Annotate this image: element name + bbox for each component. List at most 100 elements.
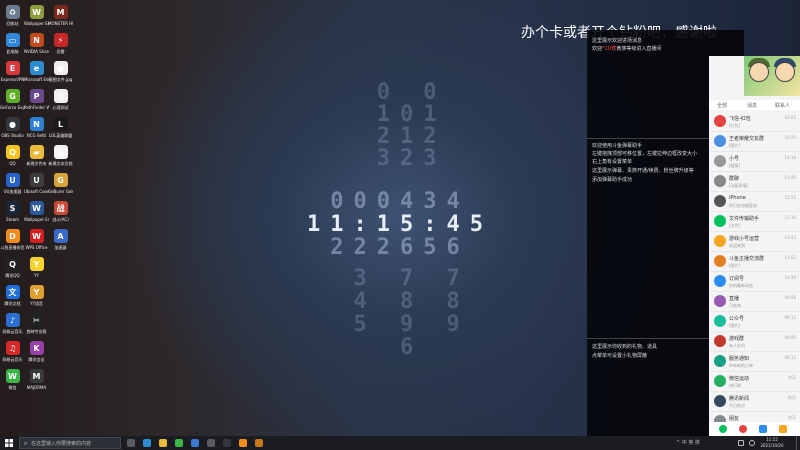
chat-list-item[interactable]: 文件传输助手 [文件] 12:10 bbox=[709, 212, 800, 232]
clock-digit: 5 bbox=[400, 212, 424, 237]
network-icon[interactable] bbox=[749, 440, 755, 446]
message-time: 昨天 bbox=[788, 375, 796, 380]
store-icon[interactable] bbox=[191, 439, 199, 447]
chat-list-item[interactable]: 微信运动 排行榜 昨天 bbox=[709, 372, 800, 392]
chat-list-item[interactable]: 斗鱼主播交流群 [图片] 11:02 bbox=[709, 252, 800, 272]
clock-digit bbox=[330, 312, 353, 337]
desktop-shortcut-label: YY bbox=[34, 273, 39, 278]
contact-avatar bbox=[714, 175, 726, 187]
chat-list-item[interactable]: 公众号 [图片] 09:15 bbox=[709, 312, 800, 332]
tab-messages[interactable]: 消息 bbox=[747, 102, 757, 109]
contact-avatar bbox=[714, 215, 726, 227]
computer-icon: ▭ bbox=[5, 33, 20, 47]
taskbar-search[interactable]: ⌕ bbox=[19, 437, 121, 449]
task-view-icon[interactable] bbox=[127, 439, 135, 447]
overlay-help-line: 欢迎使用斗鱼弹幕助手 bbox=[592, 143, 643, 149]
clock-digit bbox=[377, 312, 400, 337]
system-tray[interactable]: ^ 中 英 拼 bbox=[676, 439, 700, 446]
notification-icon[interactable] bbox=[739, 425, 747, 433]
douyu-icon[interactable] bbox=[239, 439, 247, 447]
clock-digit: 5 bbox=[353, 312, 377, 337]
system-clock[interactable]: 11:15 2021/10/20 bbox=[760, 437, 784, 449]
contact-name: 小号 bbox=[729, 156, 740, 162]
tab-all[interactable]: 全部 bbox=[717, 102, 727, 109]
desktop-shortcut[interactable]: M MAJORMA bbox=[24, 367, 49, 401]
contact-name: 直播 bbox=[729, 296, 740, 302]
contact-avatar bbox=[714, 395, 726, 407]
chat-window[interactable]: 全部 消息 联系人 飞信-红包 [红包] 16:03 王者荣耀交友群 [图片] 15:20… bbox=[709, 56, 800, 436]
wallpaper-engine-icon: W bbox=[29, 5, 44, 19]
desktop-shortcut-label: 网易云音乐 bbox=[2, 329, 23, 334]
clock-digit: 1 bbox=[307, 212, 331, 237]
yy-icon: Y bbox=[29, 257, 44, 271]
last-message: 你的最新动态 bbox=[729, 283, 753, 288]
desktop-shortcut-label: 斗鱼直播伴侣 bbox=[0, 245, 25, 250]
chat-list-item[interactable]: 小号 [链接] 14:18 bbox=[709, 152, 800, 172]
show-desktop-button[interactable] bbox=[796, 436, 800, 450]
chat-list-item[interactable]: 群聊 [动画表情] 13:40 bbox=[709, 172, 800, 192]
chat-list-item[interactable]: 直播 已结束 09:48 bbox=[709, 292, 800, 312]
yy-voice-icon: Y bbox=[29, 285, 44, 299]
chat-list-item[interactable]: 腾讯新闻 今日热点 昨天 bbox=[709, 392, 800, 412]
settings-icon[interactable] bbox=[779, 425, 787, 433]
message-time: 08:12 bbox=[784, 355, 796, 360]
contacts-icon[interactable] bbox=[759, 425, 767, 433]
clock-digit bbox=[377, 266, 400, 291]
message-time: 15:20 bbox=[784, 135, 796, 140]
clock-digit: 2 bbox=[353, 235, 377, 260]
ubisoft-icon: U bbox=[29, 173, 44, 187]
tab-contacts[interactable]: 联系人 bbox=[775, 102, 790, 109]
explorer-icon[interactable] bbox=[159, 439, 167, 447]
desktop-shortcut-label: 新建文件夹 bbox=[26, 161, 47, 166]
desktop-shortcut-label: MONSTER HUNTER bbox=[48, 21, 73, 26]
clock-digit: 5 bbox=[423, 235, 447, 260]
contact-name: 游戏群 bbox=[729, 336, 745, 342]
wechat-icon[interactable] bbox=[175, 439, 183, 447]
desktop-shortcut-label: PathFinder Wreath bbox=[24, 105, 49, 110]
desktop-shortcut-label: Microsoft Edge bbox=[24, 77, 49, 82]
wechat-icon[interactable] bbox=[719, 425, 727, 433]
obs-icon[interactable] bbox=[223, 439, 231, 447]
test-icon: ✿ bbox=[53, 89, 68, 103]
settings-icon[interactable] bbox=[207, 439, 215, 447]
app-icon[interactable] bbox=[255, 439, 263, 447]
desktop-shortcut[interactable]: A 加速器 bbox=[48, 227, 73, 261]
desktop-shortcut[interactable]: W 微信 bbox=[0, 367, 25, 401]
clock-digit: 0 bbox=[330, 189, 354, 214]
chat-list-item[interactable]: 飞信-红包 [红包] 16:03 bbox=[709, 112, 800, 132]
clock-digit: 6 bbox=[400, 335, 424, 360]
contact-name: 微信运动 bbox=[729, 376, 750, 382]
contact-avatar bbox=[714, 115, 726, 127]
chat-list-item[interactable]: 服务通知 你有新的订单 08:12 bbox=[709, 352, 800, 372]
chat-list-item[interactable]: iPhone 你已在电脑登录 12:55 bbox=[709, 192, 800, 212]
wechat-icon: W bbox=[5, 369, 20, 383]
clock-digit: 6 bbox=[400, 235, 424, 260]
edge-icon[interactable] bbox=[143, 439, 151, 447]
contact-avatar bbox=[714, 155, 726, 167]
clock-digit bbox=[330, 289, 353, 314]
search-input[interactable] bbox=[31, 439, 119, 448]
clock-digit: 4 bbox=[446, 189, 470, 214]
text-file-icon: ≡ bbox=[53, 145, 68, 159]
wps-icon: W bbox=[29, 229, 44, 243]
windows-logo-icon bbox=[5, 439, 13, 447]
clock-digit: 3 bbox=[423, 146, 447, 171]
clock-digit bbox=[377, 335, 400, 360]
chat-tabs: 全部 消息 联系人 bbox=[709, 100, 800, 110]
overlay-help-line: 右上角有设置菜单 bbox=[592, 159, 633, 165]
contact-name: 文件传输助手 bbox=[729, 216, 760, 222]
netease-music-icon: ♪ bbox=[5, 313, 20, 327]
message-time: 12:55 bbox=[784, 195, 796, 200]
desktop-shortcut-label: 心理测试 bbox=[52, 105, 69, 110]
start-button[interactable] bbox=[0, 436, 18, 450]
chat-list-item[interactable]: 游戏小号运营 欢迎来到 11:43 bbox=[709, 232, 800, 252]
clock-digit bbox=[354, 146, 377, 171]
message-time: 11:02 bbox=[784, 255, 796, 260]
chat-list-item[interactable]: 王者荣耀交友群 [图片] 15:20 bbox=[709, 132, 800, 152]
overlay-welcome-prefix: 欢迎 bbox=[592, 46, 603, 52]
desktop-shortcut-label: GeBurer Gold bbox=[48, 189, 73, 194]
volume-icon[interactable] bbox=[738, 440, 744, 446]
chat-list-item[interactable]: 游戏群 有人在吗 08:40 bbox=[709, 332, 800, 352]
chat-list-item[interactable]: 订阅号 你的最新动态 10:30 bbox=[709, 272, 800, 292]
message-time: 昨天 bbox=[788, 415, 796, 420]
